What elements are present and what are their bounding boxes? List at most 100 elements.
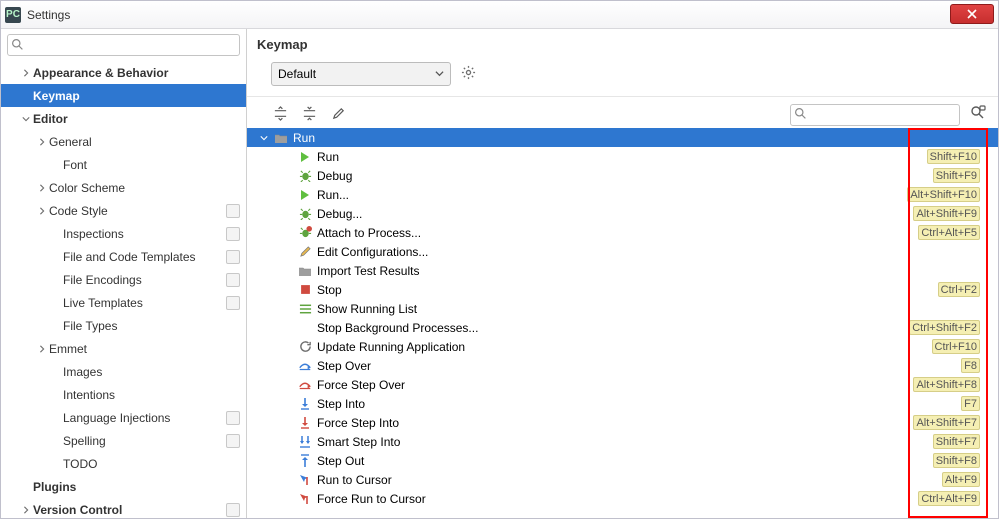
project-badge-icon — [226, 273, 240, 287]
keymap-shortcut-badge: Shift+F7 — [933, 434, 980, 449]
keymap-action-label: Update Running Application — [317, 340, 998, 354]
sidebar-item-label: Color Scheme — [49, 181, 246, 195]
none-icon — [297, 320, 313, 336]
keymap-action-row[interactable]: Run...Alt+Shift+F10 — [247, 185, 998, 204]
sidebar-item[interactable]: Version Control — [1, 498, 246, 518]
sidebar-item[interactable]: Code Style — [1, 199, 246, 222]
sidebar-item[interactable]: Editor — [1, 107, 246, 130]
sidebar-item-label: General — [49, 135, 246, 149]
sidebar-item[interactable]: Font — [1, 153, 246, 176]
keymap-action-label: Debug... — [317, 207, 998, 221]
sidebar-item[interactable]: Intentions — [1, 383, 246, 406]
keymap-shortcut-badge: Ctrl+Alt+F9 — [918, 491, 980, 506]
keymap-shortcut-badge: F8 — [961, 358, 980, 373]
keymap-action-label: Step Over — [317, 359, 998, 373]
step-smart-icon — [297, 434, 313, 450]
keymap-scheme-select[interactable]: Default — [271, 62, 451, 86]
keymap-action-row[interactable]: Force Step IntoAlt+Shift+F7 — [247, 413, 998, 432]
step-over-red-icon — [297, 377, 313, 393]
app-icon: PC — [5, 7, 21, 23]
sidebar-item[interactable]: Appearance & Behavior — [1, 61, 246, 84]
find-shortcut-icon — [970, 105, 986, 121]
refresh-icon — [297, 339, 313, 355]
sidebar-item-label: Font — [63, 158, 246, 172]
chevron-right-icon — [19, 69, 33, 77]
keymap-action-row[interactable]: Attach to Process...Ctrl+Alt+F5 — [247, 223, 998, 242]
close-icon — [967, 9, 977, 19]
keymap-action-row[interactable]: Step IntoF7 — [247, 394, 998, 413]
keymap-action-row[interactable]: StopCtrl+F2 — [247, 280, 998, 299]
edit-shortcut-button[interactable] — [329, 104, 348, 126]
sidebar-item[interactable]: Language Injections — [1, 406, 246, 429]
sidebar-item[interactable]: Emmet — [1, 337, 246, 360]
play-green-icon — [297, 187, 313, 203]
keymap-action-row[interactable]: Debug...Alt+Shift+F9 — [247, 204, 998, 223]
keymap-list[interactable]: RunRunShift+F10DebugShift+F9Run...Alt+Sh… — [247, 128, 998, 518]
sidebar-item-label: Plugins — [33, 480, 246, 494]
sidebar-item[interactable]: Live Templates — [1, 291, 246, 314]
sidebar-item[interactable]: Spelling — [1, 429, 246, 452]
keymap-action-label: Smart Step Into — [317, 435, 998, 449]
chevron-right-icon — [35, 207, 49, 215]
sidebar: Appearance & BehaviorKeymapEditor General… — [1, 29, 247, 518]
keymap-action-label: Run to Cursor — [317, 473, 998, 487]
keymap-shortcut-badge: Ctrl+F10 — [932, 339, 981, 354]
collapse-icon — [302, 106, 317, 121]
sidebar-item[interactable]: Plugins — [1, 475, 246, 498]
expand-all-button[interactable] — [271, 104, 290, 126]
keymap-action-row[interactable]: Stop Background Processes...Ctrl+Shift+F… — [247, 318, 998, 337]
keymap-action-row[interactable]: Edit Configurations... — [247, 242, 998, 261]
keymap-action-row[interactable]: Show Running List — [247, 299, 998, 318]
close-button[interactable] — [950, 4, 994, 24]
sidebar-item-label: Spelling — [63, 434, 226, 448]
keymap-action-row[interactable]: Run to CursorAlt+F9 — [247, 470, 998, 489]
keymap-category-row[interactable]: Run — [247, 128, 998, 147]
sidebar-item[interactable]: Images — [1, 360, 246, 383]
keymap-search-input[interactable] — [790, 104, 960, 126]
keymap-action-row[interactable]: DebugShift+F9 — [247, 166, 998, 185]
step-into-blue-icon — [297, 396, 313, 412]
keymap-action-label: Force Run to Cursor — [317, 492, 998, 506]
keymap-action-row[interactable]: Import Test Results — [247, 261, 998, 280]
keymap-action-row[interactable]: Force Run to CursorCtrl+Alt+F9 — [247, 489, 998, 508]
project-badge-icon — [226, 227, 240, 241]
chevron-right-icon — [19, 506, 33, 514]
scheme-settings-button[interactable] — [459, 63, 478, 85]
keymap-action-row[interactable]: Step OutShift+F8 — [247, 451, 998, 470]
sidebar-item[interactable]: Inspections — [1, 222, 246, 245]
sidebar-search-input[interactable] — [7, 34, 240, 56]
sidebar-item[interactable]: File Encodings — [1, 268, 246, 291]
keymap-shortcut-badge: Shift+F8 — [933, 453, 980, 468]
keymap-action-row[interactable]: Step OverF8 — [247, 356, 998, 375]
keymap-action-row[interactable]: Smart Step IntoShift+F7 — [247, 432, 998, 451]
sidebar-item[interactable]: Color Scheme — [1, 176, 246, 199]
keymap-action-row[interactable]: Force Step OverAlt+Shift+F8 — [247, 375, 998, 394]
sidebar-item[interactable]: File and Code Templates — [1, 245, 246, 268]
step-into-red-icon — [297, 415, 313, 431]
keymap-action-label: Edit Configurations... — [317, 245, 998, 259]
titlebar: PC Settings — [1, 1, 998, 29]
sidebar-item[interactable]: TODO — [1, 452, 246, 475]
settings-window: PC Settings Appearance & BehaviorKeymapE… — [0, 0, 999, 519]
chevron-right-icon — [35, 138, 49, 146]
sidebar-item-label: Intentions — [63, 388, 246, 402]
keymap-shortcut-badge: Alt+F9 — [942, 472, 980, 487]
settings-tree[interactable]: Appearance & BehaviorKeymapEditor General… — [1, 61, 246, 518]
sidebar-item-label: TODO — [63, 457, 246, 471]
step-over-blue-icon — [297, 358, 313, 374]
keymap-shortcut-badge: Shift+F9 — [933, 168, 980, 183]
sidebar-item[interactable]: File Types — [1, 314, 246, 337]
sidebar-item[interactable]: Keymap — [1, 84, 246, 107]
project-badge-icon — [226, 503, 240, 517]
keymap-action-row[interactable]: Update Running ApplicationCtrl+F10 — [247, 337, 998, 356]
folder-icon — [273, 130, 289, 146]
sidebar-item-label: Live Templates — [63, 296, 226, 310]
project-badge-icon — [226, 434, 240, 448]
collapse-all-button[interactable] — [300, 104, 319, 126]
keymap-action-row[interactable]: RunShift+F10 — [247, 147, 998, 166]
keymap-toolbar — [247, 97, 998, 128]
keymap-shortcut-badge: Alt+Shift+F9 — [913, 206, 980, 221]
sidebar-item-label: File Types — [63, 319, 246, 333]
find-by-shortcut-button[interactable] — [968, 103, 988, 126]
sidebar-item[interactable]: General — [1, 130, 246, 153]
